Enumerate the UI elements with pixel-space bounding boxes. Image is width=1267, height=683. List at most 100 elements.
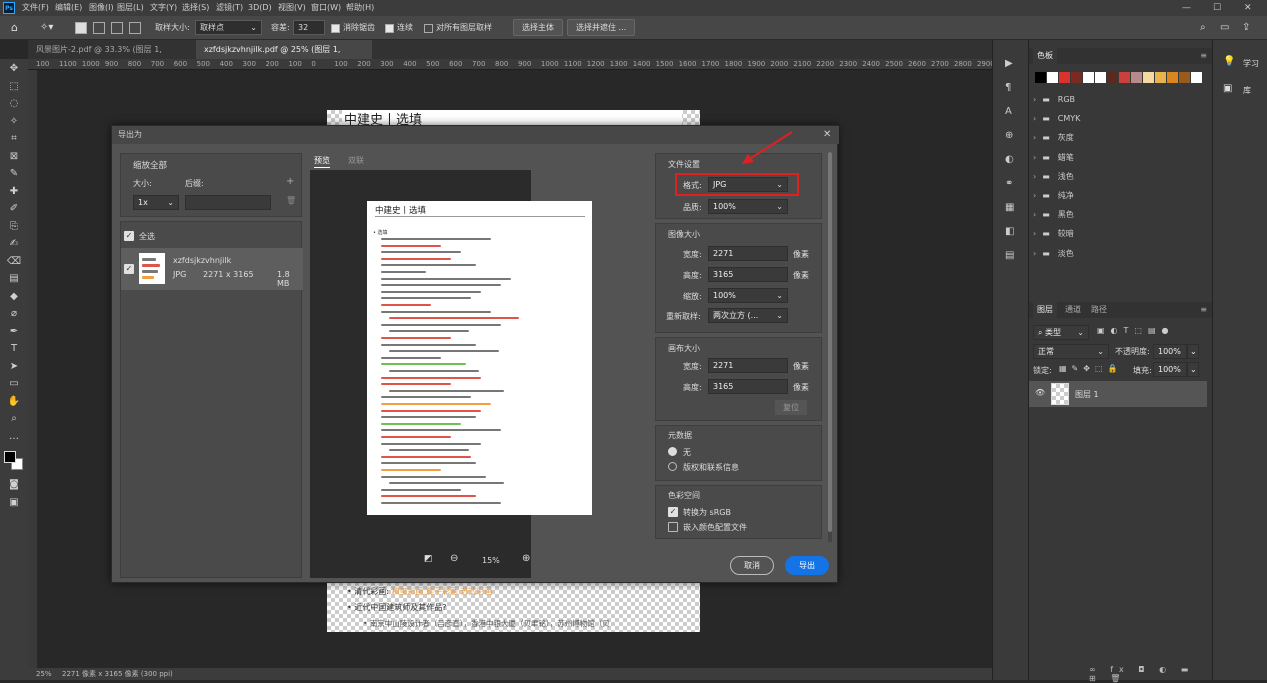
new-selection-icon[interactable]	[75, 22, 87, 34]
color-swatch[interactable]	[1119, 72, 1130, 83]
select-all-checkbox[interactable]: ✓	[124, 231, 134, 241]
more-icon[interactable]: …	[6, 429, 22, 445]
tab-dual[interactable]: 双联	[348, 155, 364, 166]
magic-wand-icon[interactable]: ✧	[6, 114, 22, 130]
resample-select[interactable]: 两次立方 (... ⌄	[708, 308, 788, 323]
swatch-folder[interactable]: › ▬ 蜡笔	[1033, 149, 1203, 167]
layer-visibility-icon[interactable]: 👁	[1035, 388, 1045, 397]
chevron-right-icon[interactable]: ›	[1033, 114, 1036, 123]
zoom-icon[interactable]: ⌕	[6, 411, 22, 427]
select-subject-button[interactable]: 选择主体	[513, 19, 563, 36]
color-swatch[interactable]	[1107, 72, 1118, 83]
all-layers-checkbox[interactable]	[424, 24, 433, 33]
crop-icon[interactable]: ⌗	[6, 131, 22, 147]
home-icon[interactable]: ⌂	[11, 20, 18, 36]
zoom-in-icon[interactable]: ⊕	[522, 553, 530, 564]
convert-srgb-checkbox[interactable]: ✓	[668, 507, 678, 517]
swatch-folder[interactable]: › ▬ RGB	[1033, 91, 1203, 109]
swatches-tab[interactable]: 色板	[1033, 48, 1057, 64]
size-select[interactable]: 1x ⌄	[133, 195, 179, 210]
histogram-icon[interactable]: ◧	[1005, 226, 1014, 237]
chevron-right-icon[interactable]: ›	[1033, 133, 1036, 142]
layer-row[interactable]: 👁 图层 1	[1029, 381, 1207, 407]
tab-channels[interactable]: 通道	[1061, 302, 1085, 318]
blur-icon[interactable]: ◆	[6, 289, 22, 305]
properties-icon[interactable]: ◐	[1005, 154, 1014, 165]
menu-item[interactable]: 窗口(W)	[311, 0, 341, 16]
marquee-icon[interactable]: ⬚	[6, 79, 22, 95]
delete-scale-icon[interactable]: 🗑	[286, 196, 296, 205]
zoom-out-icon[interactable]: ⊖	[450, 553, 458, 564]
pen-icon[interactable]: ✒	[6, 324, 22, 340]
chevron-right-icon[interactable]: ›	[1033, 249, 1036, 258]
chevron-right-icon[interactable]: ›	[1033, 153, 1036, 162]
meta-copyright-radio[interactable]	[668, 462, 677, 471]
color-swatch[interactable]	[1167, 72, 1178, 83]
tab-preview[interactable]: 预览	[314, 155, 330, 168]
panel-menu-icon[interactable]: ≡	[1200, 48, 1207, 64]
workspace-icon[interactable]: ▭	[1220, 20, 1229, 36]
scale-select[interactable]: 100% ⌄	[708, 288, 788, 303]
styles-icon[interactable]: ⚭	[1005, 178, 1013, 189]
color-swatch[interactable]	[1179, 72, 1190, 83]
brush-icon[interactable]: ✐	[6, 201, 22, 217]
share-icon[interactable]: ⇪	[1242, 20, 1250, 36]
tab-xzfdsjk[interactable]: xzfdsjkzvhnjilk.pdf @ 25% (图层 1, RGB/8) …	[196, 40, 372, 73]
format-select[interactable]: JPG ⌄	[708, 177, 788, 192]
embed-profile-checkbox[interactable]	[668, 522, 678, 532]
swatch-folder[interactable]: › ▬ 浅色	[1033, 168, 1203, 186]
history-brush-icon[interactable]: ✍	[6, 236, 22, 252]
chevron-right-icon[interactable]: ›	[1033, 172, 1036, 181]
menu-item[interactable]: 编辑(E)	[55, 0, 82, 16]
hand-icon[interactable]: ✋	[6, 394, 22, 410]
chevron-right-icon[interactable]: ›	[1033, 95, 1036, 104]
menu-item[interactable]: 3D(D)	[248, 0, 272, 16]
magic-wand-icon[interactable]: ✧▾	[40, 20, 53, 36]
menu-item[interactable]: 帮助(H)	[346, 0, 374, 16]
color-swatch[interactable]	[1071, 72, 1082, 83]
chevron-right-icon[interactable]: ›	[1033, 210, 1036, 219]
adjustments-icon[interactable]: ⊕	[1005, 130, 1013, 141]
learn-label[interactable]: 学习	[1243, 58, 1259, 69]
swatch-folder[interactable]: › ▬ 淡色	[1033, 245, 1203, 263]
file-checkbox[interactable]: ✓	[124, 264, 134, 274]
color-swatch[interactable]	[1095, 72, 1106, 83]
eyedropper-icon[interactable]: ✎	[6, 166, 22, 182]
add-scale-icon[interactable]: +	[286, 176, 294, 187]
cancel-button[interactable]: 取消	[730, 556, 774, 575]
healing-icon[interactable]: ✚	[6, 184, 22, 200]
chevron-right-icon[interactable]: ›	[1033, 229, 1036, 238]
quick-mask-icon[interactable]: ◙	[6, 477, 22, 493]
color-swatch[interactable]	[1143, 72, 1154, 83]
meta-none-radio[interactable]	[668, 447, 677, 456]
sample-size-select[interactable]: 取样点 ⌄	[195, 20, 262, 35]
swatch-folder[interactable]: › ▬ 较暗	[1033, 225, 1203, 243]
canvas-height-input[interactable]: 3165	[708, 379, 788, 394]
actions-icon[interactable]: ▶	[1005, 58, 1013, 69]
learn-icon[interactable]: 💡	[1223, 56, 1235, 67]
eraser-icon[interactable]: ⌫	[6, 254, 22, 270]
preview-area[interactable]: 中建史丨选填 • 选填 ◩ ⊖ 15% ⊕	[310, 170, 592, 578]
menu-item[interactable]: 文件(F)	[22, 0, 49, 16]
suffix-input[interactable]	[185, 195, 271, 210]
fit-view-icon[interactable]: ◩	[424, 554, 433, 564]
select-and-mask-button[interactable]: 选择并遮住 ...	[567, 19, 636, 36]
add-selection-icon[interactable]	[93, 22, 105, 34]
color-swatch[interactable]	[1059, 72, 1070, 83]
menu-item[interactable]: 图层(L)	[117, 0, 144, 16]
quality-select[interactable]: 100% ⌄	[708, 199, 788, 214]
opacity-input[interactable]: 100%	[1153, 344, 1187, 359]
fill-dropdown[interactable]: ⌄	[1187, 362, 1199, 377]
menu-item[interactable]: 文字(Y)	[150, 0, 177, 16]
export-button[interactable]: 导出	[785, 556, 829, 575]
layer-filter-icons[interactable]: ▣◐T⬚▤●	[1097, 326, 1175, 335]
menu-item[interactable]: 选择(S)	[182, 0, 209, 16]
tab-layers[interactable]: 图层	[1033, 302, 1057, 318]
maximize-icon[interactable]: ☐	[1213, 0, 1221, 16]
swatch-folder[interactable]: › ▬ CMYK	[1033, 110, 1203, 128]
foreground-color-swatch[interactable]	[4, 451, 16, 463]
color-swatch[interactable]	[1035, 72, 1046, 83]
status-zoom[interactable]: 25%	[36, 668, 52, 680]
menu-item[interactable]: 视图(V)	[278, 0, 306, 16]
layer-kind-filter[interactable]: ⌕ 类型 ⌄	[1033, 325, 1089, 340]
